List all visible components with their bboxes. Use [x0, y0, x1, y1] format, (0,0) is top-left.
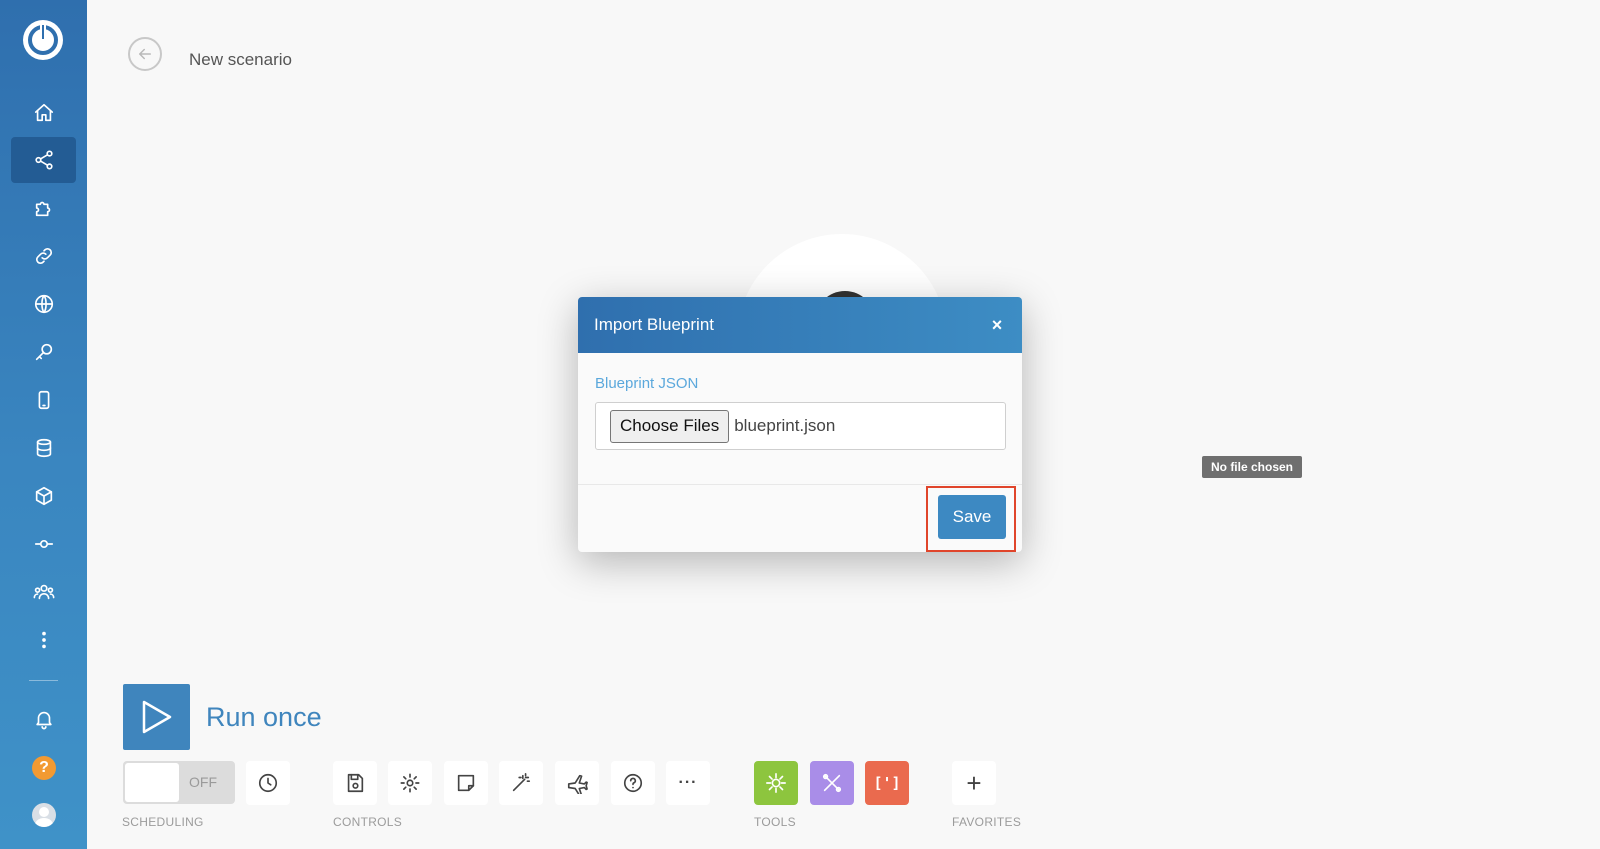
arrow-left-icon [139, 48, 151, 60]
tools-icon [822, 773, 842, 793]
modal-title: Import Blueprint [594, 315, 714, 334]
notes-button[interactable] [444, 761, 488, 805]
toggle-state-text: OFF [189, 774, 217, 790]
scenarios-icon [34, 150, 53, 170]
link-icon [35, 247, 52, 265]
sidebar-divider [29, 680, 58, 681]
more-controls-button[interactable]: ··· [666, 761, 710, 805]
modal-footer: Save [578, 485, 1022, 552]
sidebar: ? [0, 0, 87, 849]
box-icon [35, 486, 52, 506]
sidebar-item-keys[interactable] [11, 329, 76, 375]
ellipsis-icon: ··· [678, 774, 698, 791]
auto-align-button[interactable] [499, 761, 543, 805]
question-icon [623, 773, 643, 793]
plus-icon: + [966, 768, 982, 798]
avatar[interactable] [32, 803, 56, 827]
save-scenario-button[interactable] [333, 761, 377, 805]
bell-icon [35, 711, 52, 730]
modal-header: Import Blueprint × [578, 297, 1022, 353]
modal-body: Blueprint JSON Choose Files blueprint.js… [578, 353, 1022, 485]
close-icon[interactable]: × [988, 315, 1006, 336]
controls-label: CONTROLS [333, 815, 403, 829]
play-icon [142, 700, 171, 734]
sidebar-item-webhooks[interactable] [11, 281, 76, 327]
puzzle-icon [35, 201, 50, 217]
toggle-knob [125, 763, 179, 802]
back-button[interactable] [128, 37, 162, 71]
run-once-button[interactable] [123, 684, 190, 750]
key-icon [35, 343, 52, 361]
blueprint-json-label: Blueprint JSON [595, 375, 699, 392]
device-icon [38, 390, 49, 410]
tools-button[interactable] [810, 761, 854, 805]
sidebar-item-team[interactable] [11, 569, 76, 615]
gear-icon [766, 773, 786, 793]
bracket-icon: ['] [873, 774, 901, 792]
gear-icon [400, 773, 420, 793]
sidebar-item-scenarios[interactable] [11, 137, 76, 183]
sidebar-item-datastores[interactable] [11, 425, 76, 471]
sidebar-item-home[interactable] [11, 90, 76, 136]
sidebar-item-devices[interactable] [11, 377, 76, 423]
selected-file-name: blueprint.json [734, 416, 836, 435]
import-blueprint-modal: Import Blueprint × Blueprint JSON Choose… [578, 297, 1022, 552]
sidebar-item-templates[interactable] [11, 185, 76, 231]
tools-label: TOOLS [754, 815, 796, 829]
magic-wand-icon [512, 773, 531, 792]
help-button[interactable] [611, 761, 655, 805]
schedule-settings-button[interactable] [246, 761, 290, 805]
choose-files-button[interactable]: Choose Files [610, 409, 730, 443]
flow-control-tool-button[interactable] [754, 761, 798, 805]
airplane-icon [567, 774, 588, 794]
sidebar-item-notifications[interactable] [11, 696, 76, 742]
file-tooltip: No file chosen [1202, 456, 1302, 478]
globe-icon [34, 294, 53, 314]
sidebar-item-more[interactable] [11, 617, 76, 663]
save-button[interactable]: Save [938, 495, 1006, 539]
explain-flow-button[interactable] [555, 761, 599, 805]
scheduling-label: SCHEDULING [122, 815, 204, 829]
favorites-label: FAVORITES [952, 815, 1022, 829]
sidebar-item-connections[interactable] [11, 233, 76, 279]
scenario-settings-button[interactable] [388, 761, 432, 805]
home-icon [34, 103, 53, 122]
floppy-icon [347, 773, 364, 793]
help-icon[interactable]: ? [32, 756, 56, 780]
clock-icon [258, 773, 278, 793]
sidebar-item-structures[interactable] [11, 473, 76, 519]
scheduling-toggle[interactable]: OFF [123, 761, 235, 804]
flow-icon [34, 539, 53, 549]
add-favorite-button[interactable]: + [952, 761, 996, 805]
run-once-label[interactable]: Run once [206, 702, 322, 733]
text-parser-button[interactable]: ['] [865, 761, 909, 805]
logo-icon[interactable] [23, 20, 63, 60]
note-icon [457, 774, 475, 792]
blueprint-file-input[interactable]: Choose Files blueprint.json [595, 402, 1006, 450]
scenario-title[interactable]: New scenario [189, 50, 292, 70]
sidebar-item-flow[interactable] [11, 521, 76, 567]
team-icon [33, 584, 54, 600]
more-icon [41, 631, 46, 649]
database-icon [36, 438, 51, 458]
